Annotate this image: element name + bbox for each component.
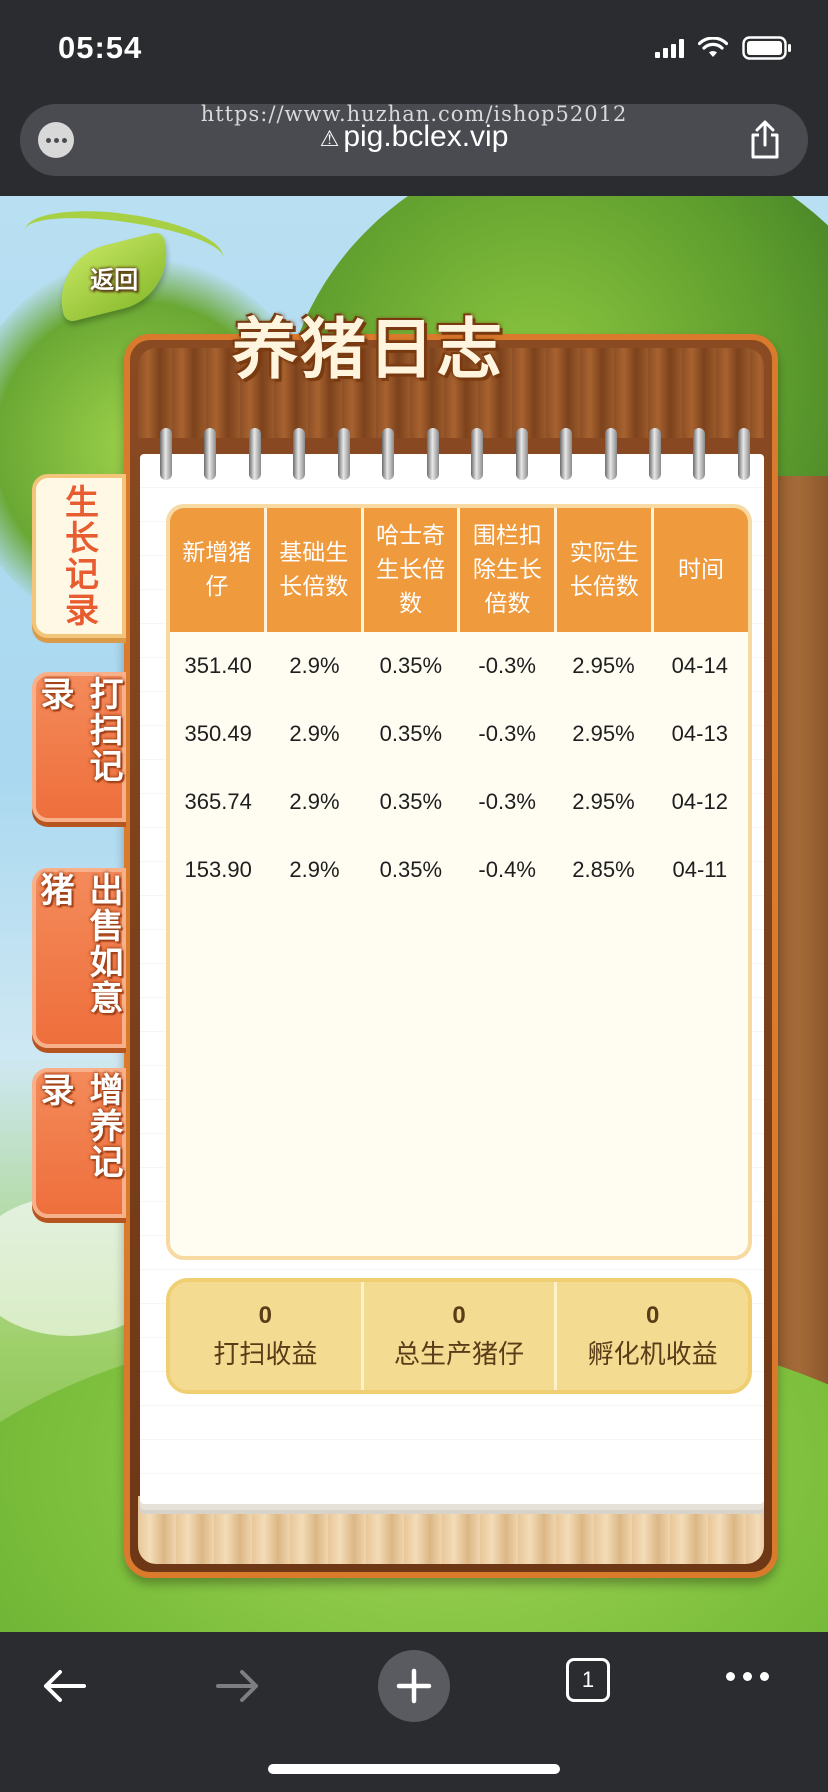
summary-value: 0 [646, 1301, 660, 1329]
browser-toolbar: 1 [0, 1632, 828, 1792]
status-icons [655, 36, 792, 60]
table-cell: 04-11 [672, 857, 728, 882]
board-wood-bottom [138, 1496, 764, 1564]
side-tab-breeding-record[interactable]: 增养记录 [32, 1068, 126, 1218]
summary-label: 孵化机收益 [587, 1339, 718, 1370]
table-cell: 0.35% [379, 857, 443, 882]
table-cell: 2.95% [572, 789, 635, 814]
side-tab-label: 打扫记录 [34, 676, 123, 784]
warning-icon: ⚠ [319, 126, 340, 151]
summary-incubator-income: 0 孵化机收益 [557, 1282, 748, 1390]
table-cell: 0.35% [379, 789, 443, 814]
summary-total-piglets: 0 总生产猪仔 [364, 1282, 558, 1390]
column-header: 新增猪仔 [170, 508, 267, 632]
column-header: 实际生长倍数 [557, 508, 655, 632]
home-indicator [268, 1764, 560, 1774]
growth-record-table: 新增猪仔 基础生长倍数 哈士奇生长倍数 围栏扣除生长倍数 实际生长倍数 时间 3… [166, 504, 752, 1260]
summary-panel: 0 打扫收益 0 总生产猪仔 0 孵化机收益 [166, 1278, 752, 1394]
summary-value: 0 [258, 1301, 273, 1329]
wifi-icon [698, 37, 728, 59]
side-tab-sell-pig[interactable]: 出售如意猪 [32, 868, 126, 1048]
url-domain-text: pig.bclex.vip [343, 120, 509, 153]
table-cell: 04-14 [671, 653, 728, 678]
table-cell: 2.9% [289, 721, 340, 746]
summary-cleaning-income: 0 打扫收益 [170, 1282, 364, 1390]
new-tab-plus-icon[interactable] [378, 1650, 450, 1722]
column-header: 围栏扣除生长倍数 [460, 508, 558, 632]
table-row: 351.40 2.9% 0.35% -0.3% 2.95% 04-14 [170, 632, 748, 700]
url-domain[interactable]: ⚠ pig.bclex.vip [20, 120, 808, 154]
column-header: 哈士奇生长倍数 [364, 508, 461, 632]
table-row: 153.90 2.9% 0.35% -0.4% 2.85% 04-11 [170, 836, 748, 904]
battery-icon [742, 36, 792, 60]
side-tab-label: 出售如意猪 [34, 872, 123, 1016]
page-title: 养猪日志 [232, 311, 504, 388]
notebook-rings [150, 428, 760, 484]
side-tab-growth-record[interactable]: 生长记录 [32, 474, 126, 638]
table-cell: 2.85% [572, 857, 635, 882]
column-header: 时间 [678, 557, 725, 583]
column-header: 基础生长倍数 [267, 508, 364, 632]
table-cell: -0.3% [478, 789, 536, 814]
table-header: 新增猪仔 基础生长倍数 哈士奇生长倍数 围栏扣除生长倍数 实际生长倍数 时间 [170, 508, 748, 632]
summary-label: 打扫收益 [213, 1339, 318, 1370]
table-cell: 2.95% [572, 653, 635, 678]
table-cell: 351.40 [184, 653, 252, 678]
table-cell: -0.3% [478, 653, 536, 678]
table-cell: 350.49 [184, 721, 252, 746]
more-menu-icon[interactable] [726, 1672, 769, 1681]
table-cell: 153.90 [184, 857, 252, 882]
table-cell: 04-13 [671, 721, 728, 746]
side-tab-cleaning-record[interactable]: 打扫记录 [32, 672, 126, 822]
table-cell: 2.95% [572, 721, 635, 746]
back-arrow-icon[interactable] [32, 1654, 96, 1718]
cellular-signal-icon [655, 38, 684, 58]
table-cell: 2.9% [289, 789, 340, 814]
tab-switcher-button[interactable]: 1 [566, 1658, 610, 1702]
table-row: 365.74 2.9% 0.35% -0.3% 2.95% 04-12 [170, 768, 748, 836]
game-scene: 返回 养猪日志 生长记录 打扫记录 出售如意猪 增养记录 新增猪仔 基础生长倍数… [0, 196, 828, 1632]
table-cell: 04-12 [671, 789, 728, 814]
side-tab-label: 生长记录 [58, 484, 99, 628]
summary-label: 总生产猪仔 [394, 1339, 525, 1370]
status-bar: 05:54 [0, 0, 828, 100]
status-time: 05:54 [58, 30, 143, 65]
table-cell: -0.4% [478, 857, 536, 882]
table-cell: -0.3% [478, 721, 536, 746]
share-icon[interactable] [748, 120, 782, 164]
forward-arrow-icon[interactable] [206, 1654, 270, 1718]
side-tab-label: 增养记录 [34, 1072, 123, 1180]
table-cell: 365.74 [184, 789, 252, 814]
back-button-label: 返回 [90, 265, 138, 294]
table-cell: 0.35% [379, 721, 443, 746]
table-cell: 0.35% [379, 653, 443, 678]
address-bar[interactable]: https://www.huzhan.com/ishop52012 ⚠ pig.b… [20, 102, 808, 176]
table-cell: 2.9% [289, 653, 340, 678]
table-row: 350.49 2.9% 0.35% -0.3% 2.95% 04-13 [170, 700, 748, 768]
table-cell: 2.9% [289, 857, 340, 882]
summary-value: 0 [452, 1301, 466, 1329]
